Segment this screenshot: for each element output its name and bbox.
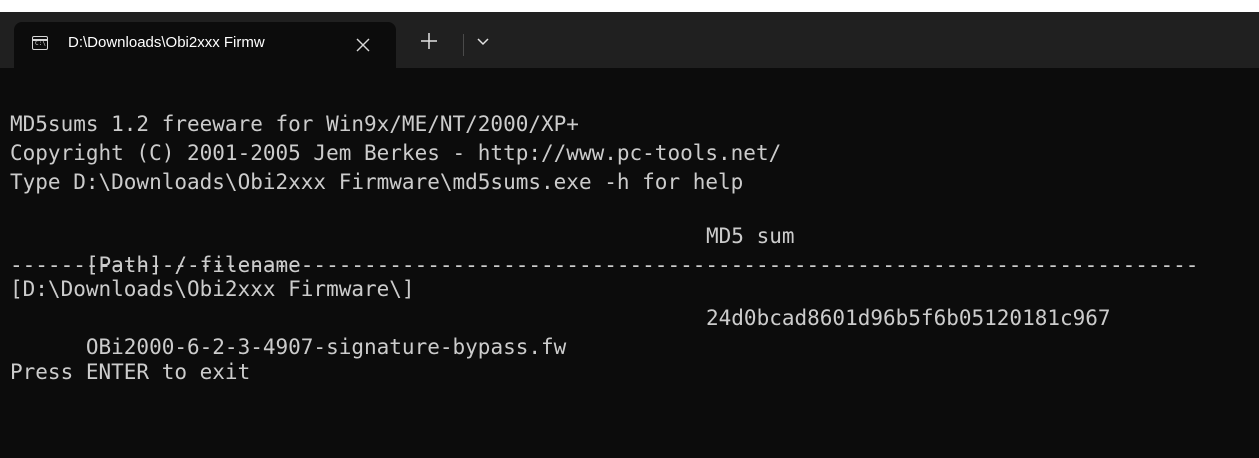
new-tab-icon[interactable] (414, 26, 444, 56)
title-bar: C:\ D:\Downloads\Obi2xxx Firmw (0, 12, 1259, 68)
close-icon[interactable] (352, 34, 374, 56)
tab-title: D:\Downloads\Obi2xxx Firmw (68, 34, 265, 51)
chevron-down-icon[interactable] (470, 28, 496, 54)
tab-divider (463, 34, 464, 56)
column-header-row: [Path] / filename MD5 sum (10, 222, 1250, 277)
copyright-line: Copyright (C) 2001-2005 Jem Berkes - htt… (10, 141, 782, 165)
tab-terminal[interactable]: C:\ D:\Downloads\Obi2xxx Firmw (14, 22, 396, 68)
terminal-window: C:\ D:\Downloads\Obi2xxx Firmw MD5sums 1… (0, 12, 1259, 458)
exit-prompt: Press ENTER to exit (10, 360, 251, 384)
console-output: MD5sums 1.2 freeware for Win9x/ME/NT/200… (10, 110, 1250, 387)
path-column-header: [Path] / filename (85, 253, 301, 277)
console-icon: C:\ (32, 36, 48, 50)
help-line: Type D:\Downloads\Obi2xxx Firmware\md5su… (10, 170, 744, 194)
banner-line: MD5sums 1.2 freeware for Win9x/ME/NT/200… (10, 112, 579, 136)
file-name: OBi2000-6-2-3-4907-signature-bypass.fw (85, 335, 567, 359)
md5-column-header: MD5 sum (706, 224, 795, 248)
file-row: OBi2000-6-2-3-4907-signature-bypass.fw 2… (10, 304, 1250, 359)
file-md5: 24d0bcad8601d96b5f6b05120181c967 (706, 306, 1111, 330)
